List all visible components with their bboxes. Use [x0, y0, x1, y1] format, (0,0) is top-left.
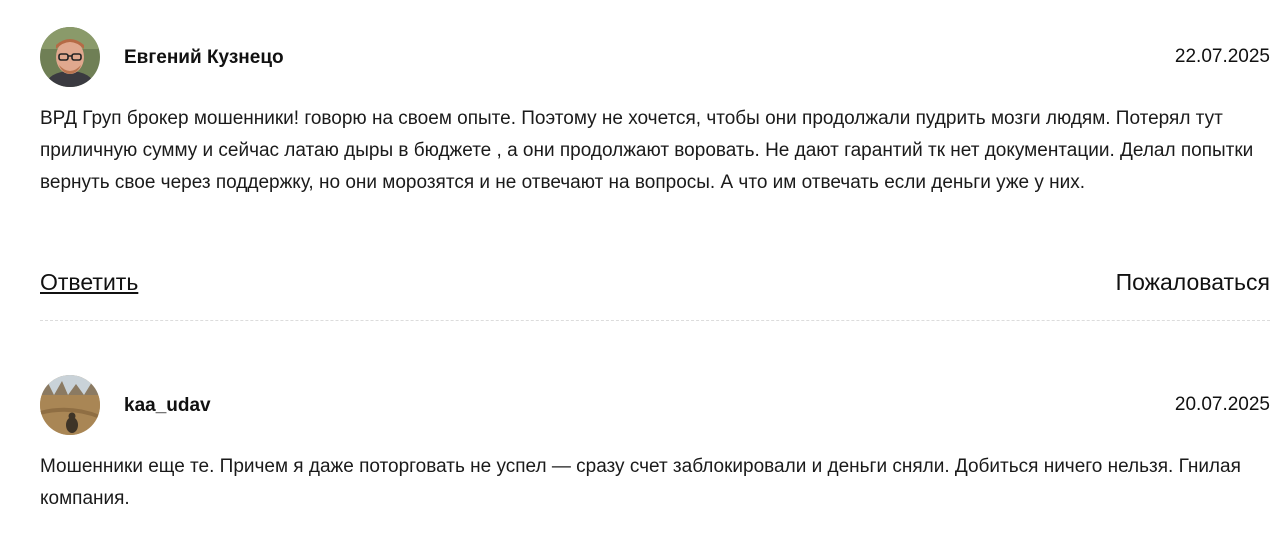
reply-link[interactable]: Ответить [40, 268, 138, 296]
comment-text: ВРД Груп брокер мошенники! говорю на сво… [40, 108, 1254, 193]
divider [40, 320, 1270, 321]
comment: kaa_udav 20.07.2025 Мошенники еще те. Пр… [40, 375, 1270, 509]
comment-header: Евгений Кузнецо 22.07.2025 [40, 27, 1270, 87]
report-link[interactable]: Пожаловаться [1116, 268, 1270, 296]
author-name: Евгений Кузнецо [124, 47, 284, 68]
comment-actions: Ответить Пожаловаться [40, 268, 1270, 298]
avatar[interactable] [40, 375, 100, 435]
comment-text: Мошенники еще те. Причем я даже поторгов… [40, 456, 1241, 509]
comment-date: 20.07.2025 [1174, 394, 1270, 415]
author-name: kaa_udav [124, 395, 211, 416]
comment-date: 22.07.2025 [1174, 46, 1270, 67]
avatar[interactable] [40, 27, 100, 87]
comment: Евгений Кузнецо 22.07.2025 ВРД Груп брок… [40, 27, 1270, 193]
comment-header: kaa_udav 20.07.2025 [40, 375, 1270, 435]
